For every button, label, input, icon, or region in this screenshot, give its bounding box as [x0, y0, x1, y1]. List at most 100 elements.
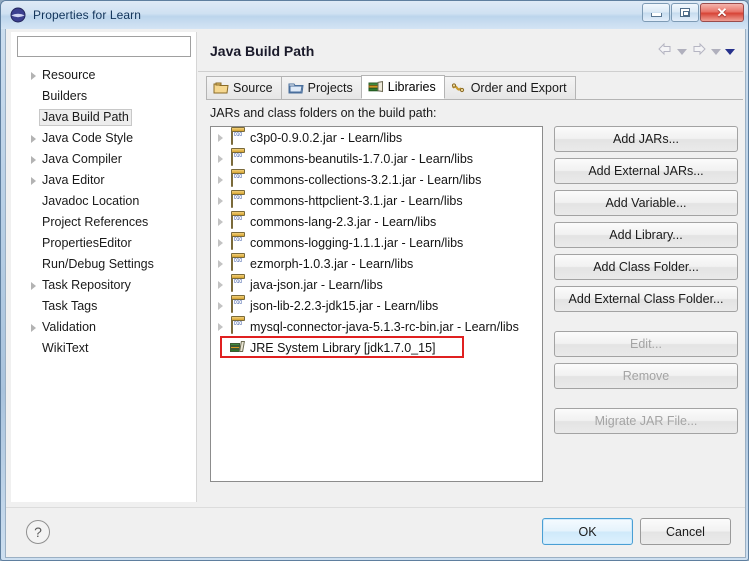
jar-icon [229, 212, 246, 230]
libraries-list[interactable]: c3p0-0.9.0.2.jar - Learn/libs commons-bea… [210, 126, 543, 482]
expand-arrow-icon[interactable] [215, 316, 229, 337]
page-pane: Java Build Path Source Projects Librarie… [198, 32, 743, 502]
add-jars-button[interactable]: Add JARs... [554, 126, 738, 152]
sidebar-item-javadoc-location[interactable]: Javadoc Location [11, 191, 197, 212]
jar-icon [229, 317, 246, 335]
expand-arrow-icon[interactable] [215, 169, 229, 190]
sidebar-item-label: Task Repository [42, 278, 131, 292]
sidebar-item-label: Run/Debug Settings [42, 257, 154, 271]
sidebar-item-resource[interactable]: Resource [11, 65, 197, 86]
sidebar-item-label: Resource [42, 68, 96, 82]
expand-arrow-icon[interactable] [215, 190, 229, 211]
sidebar-item-task-tags[interactable]: Task Tags [11, 296, 197, 317]
library-list-item-label: mysql-connector-java-5.1.3-rc-bin.jar - … [250, 319, 519, 334]
expand-arrow-icon[interactable] [25, 149, 39, 170]
expand-arrow-icon[interactable] [215, 274, 229, 295]
sidebar-item-label: Java Editor [42, 173, 105, 187]
expand-arrow-icon[interactable] [25, 65, 39, 86]
sidebar-item-java-build-path[interactable]: Java Build Path [11, 107, 197, 128]
sidebar-item-validation[interactable]: Validation [11, 317, 197, 338]
source-folder-icon [213, 81, 229, 95]
library-list-item[interactable]: commons-lang-2.3.jar - Learn/libs [211, 211, 542, 232]
library-list-item-label: commons-httpclient-3.1.jar - Learn/libs [250, 193, 463, 208]
library-list-item[interactable]: commons-beanutils-1.7.0.jar - Learn/libs [211, 148, 542, 169]
expand-arrow-icon[interactable] [215, 232, 229, 253]
tab-source[interactable]: Source [206, 76, 282, 99]
expand-arrow-icon[interactable] [25, 275, 39, 296]
expand-arrow-icon[interactable] [215, 211, 229, 232]
library-list-item[interactable]: JRE System Library [jdk1.7.0_15] [211, 337, 542, 358]
sidebar-item-label: Java Code Style [42, 131, 134, 145]
build-path-tabs: Source Projects Libraries Order and Export [206, 75, 743, 100]
minimize-button[interactable] [642, 3, 670, 22]
properties-dialog-window: Properties for Learn ✕ Resource Builders J… [0, 0, 749, 561]
sidebar-item-builders[interactable]: Builders [11, 86, 197, 107]
add-class-folder-button[interactable]: Add Class Folder... [554, 254, 738, 280]
expand-arrow-icon[interactable] [215, 148, 229, 169]
library-list-item[interactable]: commons-collections-3.2.1.jar - Learn/li… [211, 169, 542, 190]
sidebar-item-java-compiler[interactable]: Java Compiler [11, 149, 197, 170]
page-nav-controls [657, 42, 735, 58]
tab-libraries[interactable]: Libraries [360, 75, 445, 99]
jar-icon [229, 170, 246, 188]
add-library-button[interactable]: Add Library... [554, 222, 738, 248]
add-variable-button[interactable]: Add Variable... [554, 190, 738, 216]
sidebar-item-propertieseditor[interactable]: PropertiesEditor [11, 233, 197, 254]
library-list-item[interactable]: c3p0-0.9.0.2.jar - Learn/libs [211, 127, 542, 148]
restore-button[interactable] [671, 3, 699, 22]
add-external-jars-button[interactable]: Add External JARs... [554, 158, 738, 184]
libraries-books-icon [368, 80, 384, 94]
sidebar-item-run-debug-settings[interactable]: Run/Debug Settings [11, 254, 197, 275]
jar-icon [229, 128, 246, 146]
library-list-item-label: commons-collections-3.2.1.jar - Learn/li… [250, 172, 482, 187]
help-question-icon[interactable]: ? [26, 520, 50, 544]
library-list-item-label: commons-beanutils-1.7.0.jar - Learn/libs [250, 151, 474, 166]
library-list-item-label: commons-lang-2.3.jar - Learn/libs [250, 214, 437, 229]
arrow-left-icon[interactable] [657, 42, 673, 58]
sidebar-item-project-references[interactable]: Project References [11, 212, 197, 233]
expand-arrow-icon[interactable] [215, 253, 229, 274]
tab-order-and-export[interactable]: Order and Export [443, 76, 576, 99]
library-list-item[interactable]: ezmorph-1.0.3.jar - Learn/libs [211, 253, 542, 274]
library-list-item-label: c3p0-0.9.0.2.jar - Learn/libs [250, 130, 403, 145]
sidebar-item-label: Task Tags [42, 299, 98, 313]
arrow-right-icon[interactable] [691, 42, 707, 58]
expand-arrow-icon[interactable] [25, 170, 39, 191]
close-button[interactable]: ✕ [700, 3, 744, 22]
add-external-class-folder-button[interactable]: Add External Class Folder... [554, 286, 738, 312]
forward-history-chevron-down-icon[interactable] [711, 49, 721, 55]
minimize-icon [650, 13, 662, 17]
library-list-item-label: json-lib-2.2.3-jdk15.jar - Learn/libs [250, 298, 439, 313]
libraries-caption: JARs and class folders on the build path… [210, 106, 437, 120]
page-menu-chevron-down-icon[interactable] [725, 49, 735, 55]
sidebar-item-java-code-style[interactable]: Java Code Style [11, 128, 197, 149]
projects-folder-icon [288, 81, 304, 95]
library-list-item[interactable]: java-json.jar - Learn/libs [211, 274, 542, 295]
window-controls: ✕ [642, 3, 744, 22]
sidebar-item-task-repository[interactable]: Task Repository [11, 275, 197, 296]
jar-icon [229, 296, 246, 314]
expand-arrow-icon[interactable] [215, 127, 229, 148]
library-list-item[interactable]: commons-logging-1.1.1.jar - Learn/libs [211, 232, 542, 253]
sidebar-item-label: Java Build Path [39, 109, 132, 126]
tab-projects[interactable]: Projects [280, 76, 362, 99]
sidebar-item-label: Builders [42, 89, 88, 103]
filter-input[interactable] [17, 36, 191, 57]
jar-icon [229, 149, 246, 167]
sidebar-item-label: Project References [42, 215, 149, 229]
title-bar[interactable]: Properties for Learn ✕ [1, 1, 748, 29]
migrate-jar-file-button: Migrate JAR File... [554, 408, 738, 434]
expand-arrow-icon[interactable] [25, 128, 39, 149]
cancel-button[interactable]: Cancel [640, 518, 731, 545]
library-list-item[interactable]: mysql-connector-java-5.1.3-rc-bin.jar - … [211, 316, 542, 337]
expand-arrow-icon[interactable] [215, 295, 229, 316]
expand-arrow-icon[interactable] [25, 317, 39, 338]
library-list-item[interactable]: commons-httpclient-3.1.jar - Learn/libs [211, 190, 542, 211]
library-list-item[interactable]: json-lib-2.2.3-jdk15.jar - Learn/libs [211, 295, 542, 316]
ok-button[interactable]: OK [542, 518, 633, 545]
sidebar-item-wikitext[interactable]: WikiText [11, 338, 197, 359]
sidebar-item-java-editor[interactable]: Java Editor [11, 170, 197, 191]
back-history-chevron-down-icon[interactable] [677, 49, 687, 55]
